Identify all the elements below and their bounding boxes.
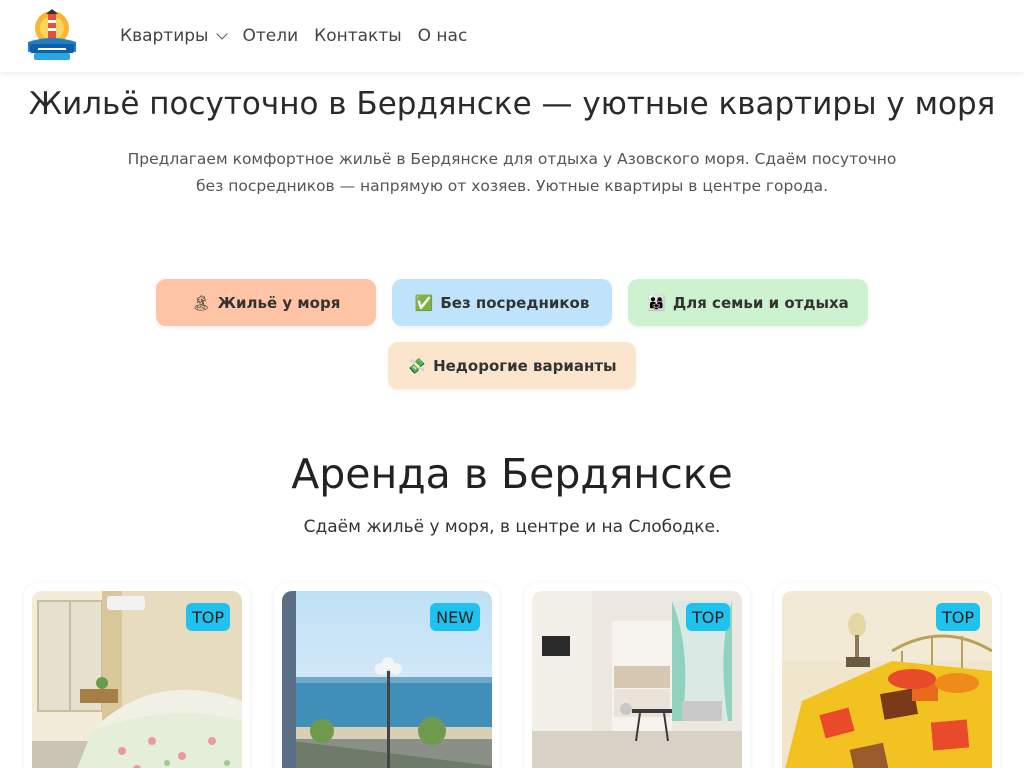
feature-cheap-button[interactable]: 💸 Недорогие варианты <box>388 342 636 389</box>
feature-label: Недорогие варианты <box>433 356 617 375</box>
nav-item-about[interactable]: О нас <box>418 26 468 46</box>
site-header: Квартиры Отели Контакты О нас <box>0 0 1024 72</box>
money-icon: 💸 <box>407 356 427 375</box>
rental-card[interactable]: TOP <box>774 583 1000 768</box>
rental-card[interactable]: TOP <box>24 583 250 768</box>
nav-item-label: Отели <box>242 26 299 46</box>
rental-card[interactable]: TOP <box>524 583 750 768</box>
check-icon: ✅ <box>414 293 434 312</box>
nav-item-label: О нас <box>417 26 468 46</box>
status-badge: TOP <box>685 603 730 631</box>
feature-family-button[interactable]: 👨‍👩‍👧 Для семьи и отдыха <box>628 279 868 326</box>
feature-no-middlemen-button[interactable]: ✅ Без посредников <box>392 279 612 326</box>
section-subtitle: Сдаём жильё у моря, в центре и на Слобод… <box>303 517 721 537</box>
chevron-down-icon <box>216 28 229 40</box>
status-badge: NEW <box>430 603 480 631</box>
island-icon: 🏝 <box>191 293 211 312</box>
nav-item-hotels[interactable]: Отели <box>242 26 298 46</box>
nav-item-contacts[interactable]: Контакты <box>314 26 402 46</box>
nav-item-label: Контакты <box>314 26 402 46</box>
feature-label: Без посредников <box>440 293 590 312</box>
feature-sea-housing-button[interactable]: 🏝 Жильё у моря <box>156 279 376 326</box>
nav-item-label: Квартиры <box>120 26 209 46</box>
status-badge: TOP <box>935 603 980 631</box>
berdyansk-city-logo[interactable] <box>24 8 80 64</box>
main-nav: Квартиры Отели Контакты О нас <box>120 0 483 72</box>
feature-label: Жильё у моря <box>217 293 341 312</box>
rental-card[interactable]: NEW <box>274 583 500 768</box>
nav-item-apartments[interactable]: Квартиры <box>120 26 229 46</box>
page-title: Жильё посуточно в Бердянске — уютные ква… <box>28 86 996 122</box>
hero-subtitle: Предлагаем комфортное жильё в Бердянске … <box>127 150 897 195</box>
section-title: Аренда в Бердянске <box>291 450 733 498</box>
family-icon: 👨‍👩‍👧 <box>647 293 666 312</box>
feature-label: Для семьи и отдыха <box>672 293 849 312</box>
status-badge: TOP <box>185 603 230 631</box>
